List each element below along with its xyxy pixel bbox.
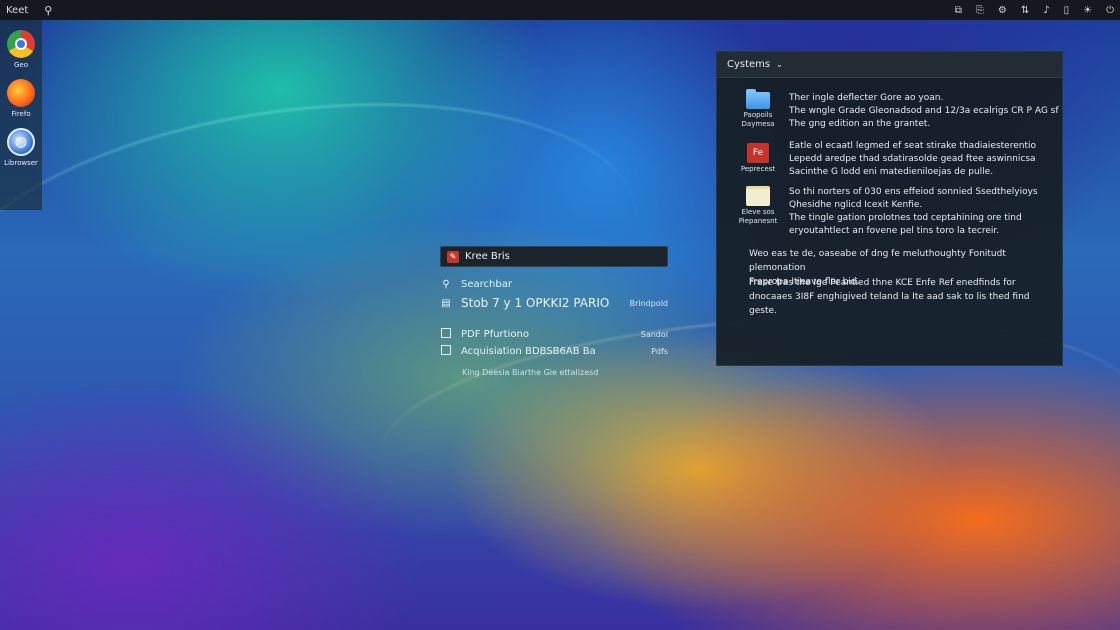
entry-text: Ther ingle deflecter Gore ao yoan. The w…	[789, 92, 1059, 131]
folder-icon	[746, 89, 770, 109]
dock-item-browser[interactable]: ◍ Librowser	[0, 128, 42, 167]
entry-line: eryoutahtlect an fovene pel tins toro la…	[789, 226, 1000, 236]
dock-item-chrome[interactable]: Geo	[0, 30, 42, 69]
app-badge-icon: ✎	[447, 250, 459, 263]
volume-icon[interactable]: ♪	[1043, 5, 1049, 16]
entry-text: So thi norters of 030 ens effeiod sonnie…	[789, 186, 1059, 238]
brightness-icon[interactable]: ☀	[1083, 5, 1092, 16]
launcher-search-row[interactable]: ⚲ Searchbar	[440, 279, 668, 290]
dock-item-firefox[interactable]: Firefo	[0, 79, 42, 118]
entry-line: Lepedd aredpe thad sdatirasolde gead fte…	[789, 154, 1036, 164]
pdf-icon: Fe	[747, 143, 769, 163]
battery-icon[interactable]: ▯	[1064, 5, 1070, 16]
launcher-result-row[interactable]: PDF Pfurtiono Sandol	[440, 328, 668, 341]
globe-icon: ◍	[7, 128, 35, 156]
panel-paragraph: Frase fras the Ige Peantied thne KCE Enf…	[749, 276, 1049, 318]
launcher-row-text: Searchbar	[461, 279, 512, 290]
paragraph-line: geste.	[749, 306, 777, 316]
clipboard-icon[interactable]: ⎘	[976, 5, 984, 16]
left-dock: Geo Firefo ◍ Librowser	[0, 20, 42, 210]
network-icon[interactable]: ⇅	[1021, 5, 1029, 16]
launcher-row-text: Acquisiation BDBSB6AB Ba	[461, 346, 596, 357]
screenshot-icon[interactable]: ⧉	[955, 5, 962, 16]
panel-header[interactable]: Cystems ⌄	[717, 52, 1062, 78]
entry-icon-label: Paopoils Daymesa	[741, 111, 775, 128]
launcher-result-row[interactable]: ▤ Stob 7 y 1 OPKKI2 PARIO Brindpold	[440, 296, 668, 310]
entry-line: Sacinthe G lodd eni matedieniloejas de p…	[789, 167, 994, 177]
system-tray: ⧉ ⎘ ⚙ ⇅ ♪ ▯ ☀ ⏻	[955, 5, 1114, 16]
launcher-row-meta: Pdfs	[651, 347, 668, 356]
systems-panel: Cystems ⌄ Paopoils Daymesa Ther ingle de…	[716, 51, 1063, 366]
entry-icon-label: Peprecest	[740, 165, 776, 173]
launcher-row-meta: Sandol	[640, 330, 668, 339]
dock-item-label: Firefo	[11, 110, 31, 118]
launcher-row-text: PDF Pfurtiono	[461, 329, 529, 340]
entry-line: So thi norters of 030 ens effeiod sonnie…	[789, 187, 1038, 197]
launcher-row-text: Stob 7 y 1 OPKKI2 PARIO	[461, 296, 610, 310]
document-icon: ▤	[441, 297, 451, 309]
entry-line: Eatle ol ecaatl legmed ef seat stirake t…	[789, 141, 1036, 151]
entry-icon-label: Eleve sos Piepanesnt	[738, 208, 778, 225]
power-icon[interactable]: ⏻	[1106, 5, 1114, 16]
entry-line: The gng edition an the grantet.	[789, 119, 931, 129]
paragraph-line: Frase fras the Ige Peantied thne KCE Enf…	[749, 278, 1016, 288]
search-icon: ⚲	[442, 279, 450, 290]
entry-line: The tingle gation prolotnes tod ceptahin…	[789, 213, 1022, 223]
top-panel: Keet ⚲ ⧉ ⎘ ⚙ ⇅ ♪ ▯ ☀ ⏻	[0, 0, 1120, 20]
launcher-title: Kree Bris	[465, 251, 510, 262]
launcher-footer: King Deesia Biarthe Gie ettalizesd	[462, 368, 599, 377]
entry-line: Qhesidhe nglicd Icexit Kenfie.	[789, 200, 923, 210]
entry-icon-wrap: Fe Peprecest	[733, 143, 783, 174]
entry-line: Ther ingle deflecter Gore ao yoan.	[789, 93, 944, 103]
entry-text: Eatle ol ecaatl legmed ef seat stirake t…	[789, 140, 1059, 179]
entry-icon-wrap: Paopoils Daymesa	[733, 89, 783, 129]
pin-icon[interactable]: ⚲	[44, 4, 52, 17]
note-icon	[746, 186, 770, 206]
launcher-title-bar[interactable]: ✎ Kree Bris	[440, 246, 668, 267]
paragraph-line: dnocaaes 3I8F enghigived teland la Ite a…	[749, 292, 1030, 302]
top-menu-label[interactable]: Keet	[6, 5, 28, 16]
dock-item-label: Geo	[13, 61, 28, 69]
firefox-icon	[7, 79, 35, 107]
launcher-result-row[interactable]: Acquisiation BDBSB6AB Ba Pdfs	[440, 345, 668, 358]
chrome-icon	[7, 30, 35, 58]
entry-line: The wngle Grade Gleonadsod and 12/3a eca…	[789, 106, 1059, 116]
launcher-row-meta: Brindpold	[629, 298, 668, 308]
checkbox-icon[interactable]	[440, 345, 452, 358]
app-launcher: ✎ Kree Bris ⚲ Searchbar ▤ Stob 7 y 1 OPK…	[440, 246, 668, 377]
checkbox-icon[interactable]	[440, 328, 452, 341]
panel-title: Cystems	[727, 59, 771, 70]
dock-item-label: Librowser	[4, 159, 38, 167]
paragraph-line: Weo eas te de, oaseabe of dng fe melutho…	[749, 249, 1006, 273]
entry-icon-wrap: Eleve sos Piepanesnt	[733, 186, 783, 226]
chevron-down-icon[interactable]: ⌄	[776, 60, 783, 69]
settings-icon[interactable]: ⚙	[998, 5, 1007, 16]
